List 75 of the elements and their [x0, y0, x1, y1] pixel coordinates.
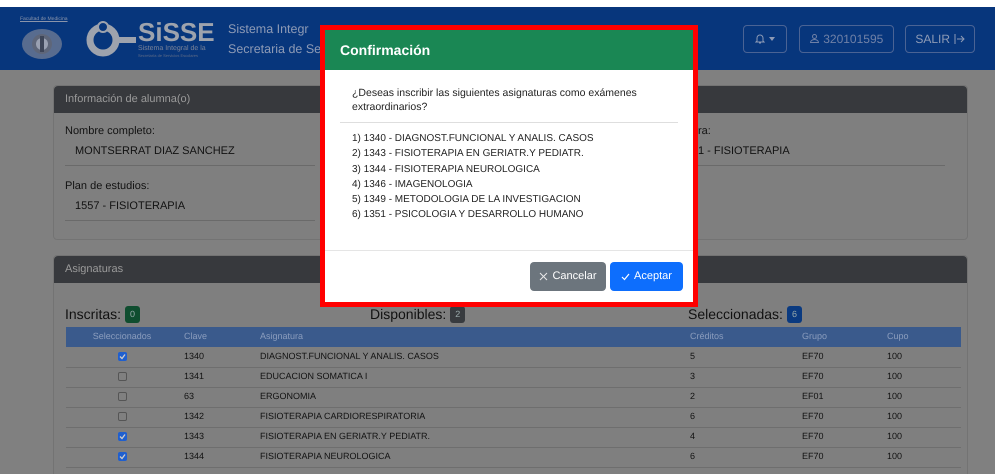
subject-list-item: 3) 1344 - FISIOTERAPIA NEUROLOGICA [352, 162, 541, 177]
logo-wordmark: SiSSE [138, 19, 216, 45]
row-checkbox[interactable] [118, 432, 126, 442]
close-icon [539, 272, 548, 281]
table-cell: FISIOTERAPIA EN GERIATR.Y PEDIATR. [254, 427, 684, 447]
table-cell: 4 [684, 427, 796, 447]
field-label: Plan de estudios: [65, 179, 150, 194]
table-cell: 100 [881, 407, 961, 427]
table-cell: 63 [178, 387, 254, 407]
user-icon [810, 34, 820, 43]
field-value: 1557 - FISIOTERAPIA [65, 194, 315, 221]
table-cell: 100 [881, 367, 961, 387]
table-cell: EF70 [796, 407, 881, 427]
table-cell: 1341 [178, 367, 254, 387]
subject-list-item: 5) 1349 - METODOLOGIA DE LA INVESTIGACION [352, 193, 582, 208]
table-cell: 6 [684, 447, 796, 467]
row-checkbox[interactable] [118, 392, 126, 402]
table-cell: ERGONOMIA [254, 387, 684, 407]
logout-button[interactable]: SALIR [905, 24, 975, 52]
row-checkbox[interactable] [118, 412, 126, 422]
table-cell: 2 [684, 387, 796, 407]
table-cell: 1344 [178, 447, 254, 467]
column-header: Clave [178, 327, 254, 347]
field-label: ra: [698, 124, 712, 139]
column-header: Grupo [796, 327, 881, 347]
table-cell: EF01 [796, 387, 881, 407]
table-cell: 100 [881, 427, 961, 447]
subject-list-item: 1) 1340 - DIAGNOST.FUNCIONAL Y ANALIS. CASOS [352, 132, 595, 146]
subject-list-item: 4) 1346 - IMAGENOLOGIA [352, 178, 474, 192]
table-cell: FISIOTERAPIA CARDIORESPIRATORIA [254, 407, 684, 427]
table-cell: EF70 [796, 367, 881, 387]
accept-button[interactable]: Aceptar [610, 262, 683, 291]
table-cell: 1342 [178, 407, 254, 427]
table-cell: 5 [684, 347, 796, 367]
subject-list-item: 2) 1343 - FISIOTERAPIA EN GERIATR.Y PEDIATR. [352, 147, 585, 162]
table-cell: EF70 [796, 447, 881, 467]
cancel-button[interactable]: Cancelar [530, 262, 606, 291]
dialog-question: ¿Deseas inscribir las siguientes asignaturas como exámenes extraordinarios? [340, 86, 678, 123]
table-cell: 6 [684, 407, 796, 427]
caret-icon [769, 36, 776, 40]
counter-label: Disponibles: [370, 305, 446, 324]
table-cell: 100 [881, 347, 961, 367]
bell-icon [755, 33, 766, 44]
key-logo-icon [86, 20, 136, 58]
field-value: MONTSERRAT DIAZ SANCHEZ [65, 139, 315, 166]
column-header: Créditos [684, 327, 796, 347]
column-header: Asignatura [254, 327, 684, 347]
app-title: Secretaria de Se [228, 40, 322, 58]
dialog-header: Confirmación [325, 30, 693, 70]
row-checkbox[interactable] [118, 372, 126, 382]
table-cell: 1343 [178, 427, 254, 447]
user-button[interactable]: 320101595 [799, 24, 894, 52]
app-title: Sistema Integr [228, 20, 310, 38]
table-cell: 1340 [178, 347, 254, 367]
counter-label: Inscritas: [65, 305, 122, 324]
column-header: Seleccionados [66, 327, 178, 347]
exit-arrow-icon [954, 34, 965, 44]
table-cell: 100 [881, 387, 961, 407]
field-label: Nombre completo: [65, 124, 156, 139]
table-cell: EF70 [796, 427, 881, 447]
count-badge: 0 [125, 306, 140, 324]
notifications-button[interactable] [743, 24, 788, 52]
subject-list-item: 6) 1351 - PSICOLOGIA Y DESARROLLO HUMANO [352, 208, 584, 222]
column-header: Cupo [881, 327, 961, 347]
table-cell: 100 [881, 447, 961, 467]
row-checkbox[interactable] [118, 452, 126, 462]
counter-label: Seleccionadas: [688, 305, 783, 324]
table-cell: EF70 [796, 347, 881, 367]
table-cell: 3 [684, 367, 796, 387]
check-icon [621, 272, 630, 281]
table-cell: FISIOTERAPIA NEUROLOGICA [254, 447, 684, 467]
table-cell: EDUCACION SOMATICA I [254, 367, 684, 387]
count-badge: 6 [786, 306, 802, 324]
table-cell: DIAGNOST.FUNCIONAL Y ANALIS. CASOS [254, 347, 684, 367]
row-checkbox[interactable] [118, 352, 126, 362]
